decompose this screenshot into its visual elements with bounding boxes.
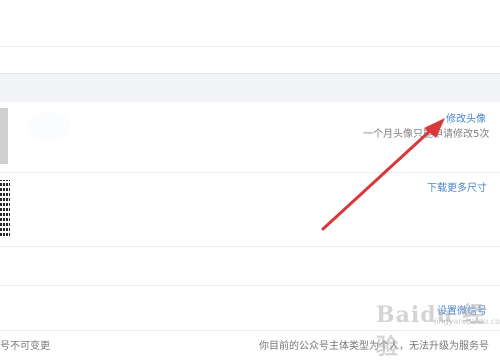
download-more-sizes-link[interactable]: 下载更多尺寸 — [427, 179, 487, 194]
avatar-placeholder — [28, 111, 70, 141]
watermark-logo: Baidu 经验 — [376, 302, 486, 360]
top-blank-area — [0, 0, 500, 47]
avatar-change-hint: 一个月头像只能申请修改5次 — [363, 129, 490, 140]
qrcode-row — [0, 173, 500, 247]
qrcode-image — [0, 180, 10, 236]
blank-row — [0, 247, 500, 286]
change-avatar-link[interactable]: 修改头像 — [446, 110, 486, 125]
avatar-image — [0, 108, 8, 164]
baidu-watermark: Baidu 经验 jingyan.baidu.com — [376, 295, 500, 360]
bottom-left-text: 号不可变更 — [0, 341, 50, 351]
watermark-url: jingyan.baidu.com — [434, 317, 500, 326]
section-header-band — [0, 73, 500, 103]
